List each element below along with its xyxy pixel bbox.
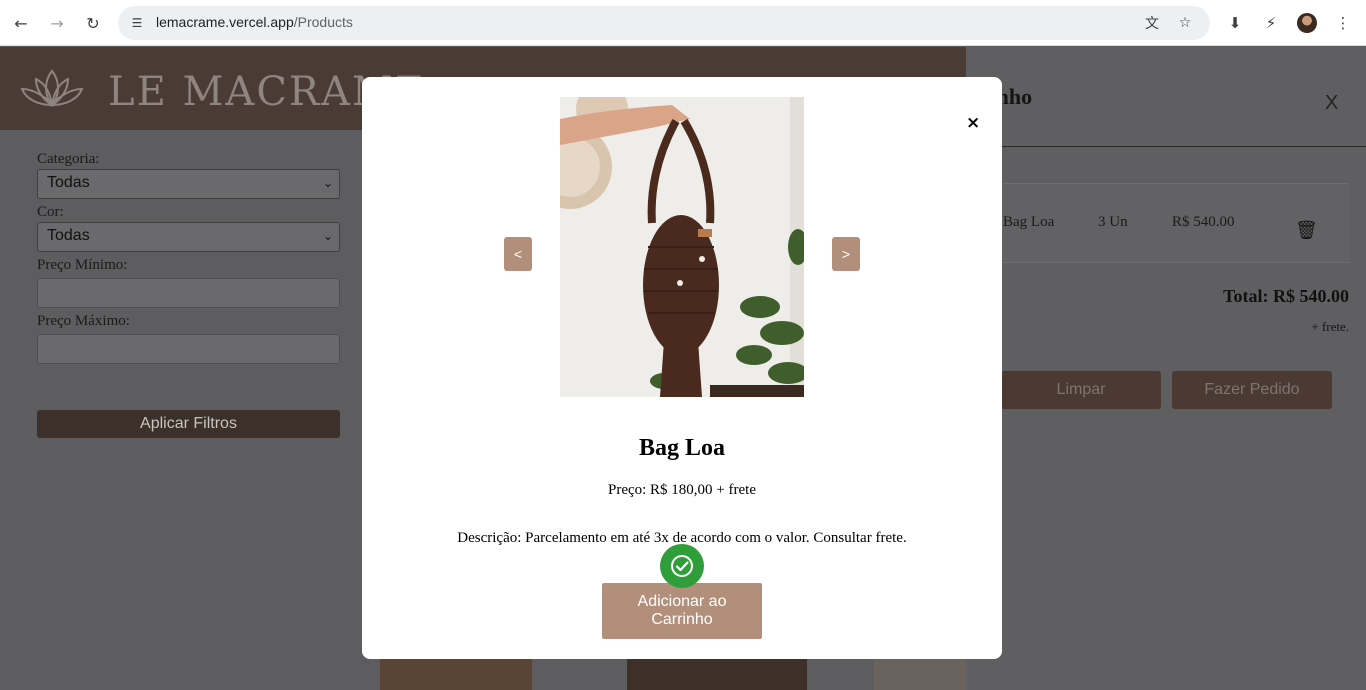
product-card-thumb[interactable] — [874, 659, 966, 690]
success-check-icon — [660, 544, 704, 588]
chevron-down-icon: ⌄ — [322, 176, 333, 190]
cart-item-price: R$ 540.00 — [1172, 214, 1235, 230]
cart-item-row: Bag Loa 3 Un R$ 540.00 — [966, 183, 1349, 263]
carousel-next-button[interactable]: > — [832, 237, 860, 271]
profile-avatar[interactable] — [1297, 13, 1317, 33]
trash-icon[interactable]: 🗑 — [1295, 220, 1318, 242]
forward-icon[interactable]: → — [45, 11, 69, 35]
clear-cart-button[interactable]: Limpar — [1001, 371, 1161, 409]
product-price: Preço: R$ 180,00 + frete — [607, 482, 756, 498]
reload-icon[interactable]: ↻ — [81, 11, 105, 35]
browser-toolbar: ← → ↻ ☰ lemacrame.vercel.app/Products 文 … — [0, 0, 1366, 46]
place-order-button[interactable]: Fazer Pedido — [1172, 371, 1332, 409]
back-icon[interactable]: ← — [9, 11, 33, 35]
modal-close-button[interactable]: × — [966, 113, 980, 133]
url-text[interactable]: lemacrame.vercel.app/Products — [156, 14, 353, 30]
site-info-icon[interactable]: ☰ — [128, 14, 146, 32]
url-host: lemacrame.vercel.app — [156, 14, 294, 30]
category-label: Categoria: — [37, 151, 100, 167]
category-select-value: Todas — [47, 174, 90, 191]
apply-filters-button[interactable]: Aplicar Filtros — [37, 410, 340, 438]
color-select[interactable]: Todas ⌄ — [37, 222, 340, 252]
cart-divider — [966, 146, 1366, 147]
product-card-thumb[interactable] — [380, 659, 532, 690]
max-price-input[interactable] — [37, 334, 340, 364]
address-bar[interactable]: ☰ lemacrame.vercel.app/Products 文 ☆ — [118, 6, 1210, 40]
min-price-label: Preço Mínimo: — [37, 257, 128, 273]
cart-item-quantity: 3 Un — [1098, 214, 1128, 230]
category-select[interactable]: Todas ⌄ — [37, 169, 340, 199]
product-card-thumb[interactable] — [627, 659, 807, 690]
product-modal: × < > Bag Loa Preço: R$ 180,00 + frete D… — [362, 77, 1002, 659]
max-price-label: Preço Máximo: — [37, 313, 130, 329]
color-select-value: Todas — [47, 227, 90, 244]
cart-item-name: Bag Loa — [1003, 214, 1055, 230]
add-to-cart-button[interactable]: Adicionar ao Carrinho — [602, 583, 762, 639]
bookmark-star-icon[interactable]: ☆ — [1176, 14, 1194, 32]
download-icon[interactable]: ⬇ — [1223, 11, 1247, 35]
product-photo — [560, 97, 804, 397]
filters-panel: Categoria: Todas ⌄ Cor: Todas ⌄ Preço Míni… — [37, 151, 340, 364]
color-label: Cor: — [37, 204, 64, 220]
min-price-input[interactable] — [37, 278, 340, 308]
cart-total: Total: R$ 540.00 — [1223, 286, 1349, 306]
product-name: Bag Loa — [638, 435, 725, 461]
carousel-prev-button[interactable]: < — [504, 237, 532, 271]
menu-kebab-icon[interactable]: ⋮ — [1331, 11, 1355, 35]
cart-close-button[interactable]: X — [1325, 92, 1338, 115]
cart-shipping-note: + frete. — [1311, 319, 1349, 334]
chevron-down-icon: ⌄ — [322, 229, 333, 243]
translate-icon[interactable]: 文 — [1143, 14, 1161, 32]
cart-panel — [966, 47, 1366, 690]
lotus-logo-icon — [20, 69, 84, 107]
extension-icon[interactable]: ⚡ — [1259, 11, 1283, 35]
url-path: /Products — [293, 14, 353, 30]
